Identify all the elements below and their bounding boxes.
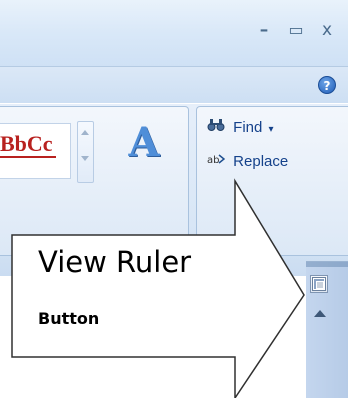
editing-group: Find ▾ ab Replace <box>196 106 348 256</box>
change-styles-button[interactable]: A <box>118 113 170 173</box>
chevron-down-icon: ▾ <box>268 124 274 135</box>
find-label: Find <box>233 119 263 136</box>
style-gallery-scroll[interactable] <box>77 121 94 183</box>
style-sample[interactable]: BbCc <box>0 132 56 158</box>
gallery-scroll-up-icon[interactable] <box>81 130 89 135</box>
replace-icon: ab <box>207 151 229 171</box>
styles-group: BbCc A <box>0 106 189 256</box>
replace-button[interactable]: ab Replace <box>207 151 288 172</box>
ribbon-tab-row: ? <box>0 67 348 103</box>
help-button[interactable]: ? <box>318 76 336 94</box>
callout-subtitle: Button <box>38 309 100 328</box>
find-button[interactable]: Find ▾ <box>207 117 274 140</box>
document-area <box>0 276 306 398</box>
binoculars-icon <box>207 117 229 137</box>
window-titlebar: – ▭ x <box>0 0 348 67</box>
view-ruler-icon <box>312 277 326 291</box>
minimize-button[interactable]: – <box>252 18 276 42</box>
close-button[interactable]: x <box>315 18 339 42</box>
gallery-scroll-down-icon[interactable] <box>81 156 89 161</box>
scrollbar-divider <box>306 261 348 267</box>
callout-title: View Ruler <box>38 245 192 279</box>
quick-style-gallery[interactable]: BbCc <box>0 123 71 179</box>
svg-text:ab: ab <box>207 155 219 166</box>
replace-label: Replace <box>233 153 289 170</box>
view-ruler-button[interactable] <box>310 275 328 293</box>
maximize-button[interactable]: ▭ <box>284 18 308 42</box>
change-styles-icon: A <box>128 119 160 166</box>
arrow-up-icon[interactable] <box>314 310 326 317</box>
